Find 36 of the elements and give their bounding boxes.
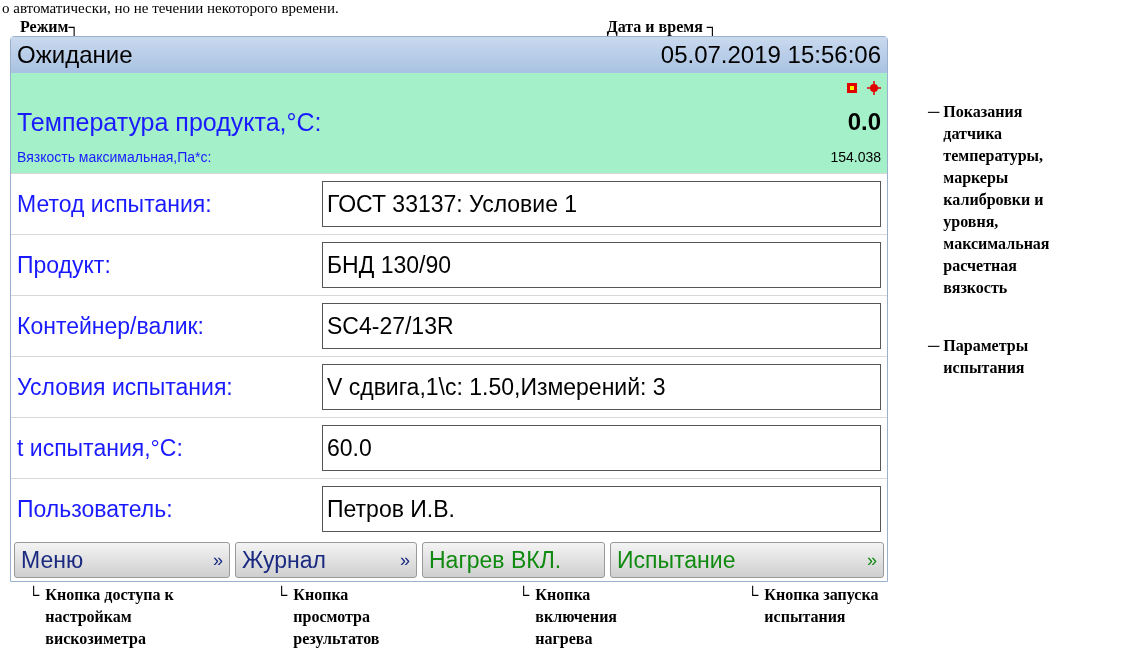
callout-label: Режим┐ (20, 18, 80, 36)
menu-button[interactable]: Журнал » (235, 542, 417, 578)
temperature-value: 0.0 (847, 107, 881, 137)
viscosity-value: 154.038 (830, 148, 881, 167)
callout-mark: ─ (928, 102, 940, 122)
callout-text: Кнопка запуска испытания (764, 585, 880, 627)
callout-mark: └ (518, 584, 530, 605)
body-text: о автоматически, но не течении некоторого времени. (2, 0, 339, 17)
parameter-value: ГОСТ 33137: Условие 1 (322, 181, 881, 227)
parameter-value: V сдвига,1\с: 1.50,Измерений: 3 (322, 364, 881, 410)
parameter-label: Продукт: (17, 250, 112, 280)
parameter-label: Метод испытания: (17, 189, 213, 219)
parameter-label: Условия испытания: (17, 372, 234, 402)
callout-mark: └ (276, 584, 288, 605)
callout-text: Параметры испытания (943, 336, 1030, 378)
calibration-marker-icon (847, 83, 857, 93)
date-time: 05.07.2019 15:56:06 (660, 40, 881, 70)
parameter-label: Пользователь: (17, 494, 174, 524)
parameter-label: Контейнер/валик: (17, 311, 205, 341)
mode-text: Ожидание (17, 40, 133, 70)
menu-button[interactable]: Меню » (14, 542, 230, 578)
callout-mark: └ (747, 584, 759, 605)
viscosity-label: Вязкость максимальная,Па*с: (17, 148, 212, 167)
callout-text: Кнопка просмотра результатов (293, 585, 381, 650)
callout-mark: ─ (928, 336, 940, 356)
temperature-label: Температура продукта,°C: (17, 107, 322, 137)
parameter-value: SC4-27/13R (322, 303, 881, 349)
callout-mark: └ (28, 584, 40, 605)
level-marker-icon (867, 81, 881, 95)
callout-text: Кнопка доступа к настройкам вискозиметра (45, 585, 175, 650)
callout-text: Кнопка включения нагрева (535, 585, 618, 650)
parameter-value: БНД 130/90 (322, 242, 881, 288)
callout-text: Показания датчика температуры, маркеры калибровки и уровня, максимальная расчетная вязкость (943, 102, 1051, 298)
parameter-label: t испытания,°C: (17, 433, 184, 463)
parameter-value: 60.0 (322, 425, 881, 471)
parameter-value: Петров И.В. (322, 486, 881, 532)
